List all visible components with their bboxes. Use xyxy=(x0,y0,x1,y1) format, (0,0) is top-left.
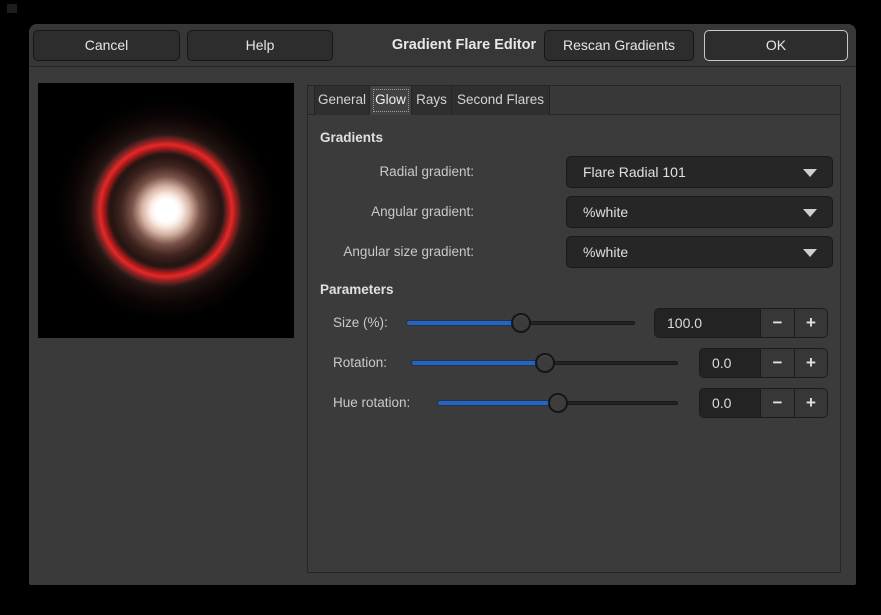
rescan-gradients-button[interactable]: Rescan Gradients xyxy=(544,30,694,61)
hue-rotation-slider[interactable] xyxy=(437,393,678,413)
plus-icon: + xyxy=(806,353,816,372)
radial-gradient-value: Flare Radial 101 xyxy=(583,157,686,187)
chevron-down-icon xyxy=(803,249,817,257)
size-label: Size (%): xyxy=(333,314,388,332)
size-decrement-button[interactable]: − xyxy=(760,309,794,337)
tab-rays[interactable]: Rays xyxy=(412,86,452,115)
hue-rotation-spinbox: 0.0 − + xyxy=(699,388,828,418)
minus-icon: − xyxy=(773,353,783,372)
slider-fill xyxy=(406,320,521,326)
flare-preview xyxy=(38,83,294,338)
dialog-title: Gradient Flare Editor xyxy=(359,24,569,67)
minus-icon: − xyxy=(773,313,783,332)
angular-size-gradient-dropdown[interactable]: %white xyxy=(566,236,833,268)
hue-rotation-decrement-button[interactable]: − xyxy=(760,389,794,417)
help-button[interactable]: Help xyxy=(187,30,333,61)
window-artifact xyxy=(7,4,17,13)
tab-glow[interactable]: Glow xyxy=(370,86,412,115)
size-slider[interactable] xyxy=(406,313,635,333)
header-bar: Cancel Help Gradient Flare Editor Rescan… xyxy=(29,24,856,67)
hue-rotation-value-field[interactable]: 0.0 xyxy=(700,389,760,417)
tab-second-flares[interactable]: Second Flares xyxy=(452,86,550,115)
minus-icon: − xyxy=(773,393,783,412)
angular-size-gradient-value: %white xyxy=(583,237,628,267)
slider-thumb[interactable] xyxy=(511,313,531,333)
cancel-button[interactable]: Cancel xyxy=(33,30,180,61)
rotation-spinbox: 0.0 − + xyxy=(699,348,828,378)
chevron-down-icon xyxy=(803,209,817,217)
flare-image xyxy=(38,83,294,338)
rotation-slider[interactable] xyxy=(411,353,678,373)
rotation-increment-button[interactable]: + xyxy=(794,349,827,377)
size-increment-button[interactable]: + xyxy=(794,309,827,337)
hue-rotation-label: Hue rotation: xyxy=(333,394,410,412)
slider-fill xyxy=(437,400,558,406)
radial-gradient-dropdown[interactable]: Flare Radial 101 xyxy=(566,156,833,188)
radial-gradient-label: Radial gradient: xyxy=(308,163,474,181)
tab-general[interactable]: General xyxy=(314,86,370,115)
gradient-flare-editor-dialog: Cancel Help Gradient Flare Editor Rescan… xyxy=(29,24,856,585)
settings-notebook: General Glow Rays Second Flares Gradient… xyxy=(307,85,841,573)
plus-icon: + xyxy=(806,313,816,332)
chevron-down-icon xyxy=(803,169,817,177)
slider-thumb[interactable] xyxy=(535,353,555,373)
angular-gradient-value: %white xyxy=(583,197,628,227)
size-value-field[interactable]: 100.0 xyxy=(655,309,760,337)
desktop-background: Cancel Help Gradient Flare Editor Rescan… xyxy=(0,0,881,615)
parameters-section-title: Parameters xyxy=(320,282,394,298)
hue-rotation-increment-button[interactable]: + xyxy=(794,389,827,417)
size-spinbox: 100.0 − + xyxy=(654,308,828,338)
rotation-value-field[interactable]: 0.0 xyxy=(700,349,760,377)
gradients-section-title: Gradients xyxy=(320,130,383,146)
rotation-label: Rotation: xyxy=(333,354,387,372)
slider-thumb[interactable] xyxy=(548,393,568,413)
tab-bar: General Glow Rays Second Flares xyxy=(308,86,840,115)
plus-icon: + xyxy=(806,393,816,412)
ok-button[interactable]: OK xyxy=(704,30,848,61)
slider-fill xyxy=(411,360,545,366)
angular-size-gradient-label: Angular size gradient: xyxy=(308,243,474,261)
rotation-decrement-button[interactable]: − xyxy=(760,349,794,377)
angular-gradient-dropdown[interactable]: %white xyxy=(566,196,833,228)
angular-gradient-label: Angular gradient: xyxy=(308,203,474,221)
